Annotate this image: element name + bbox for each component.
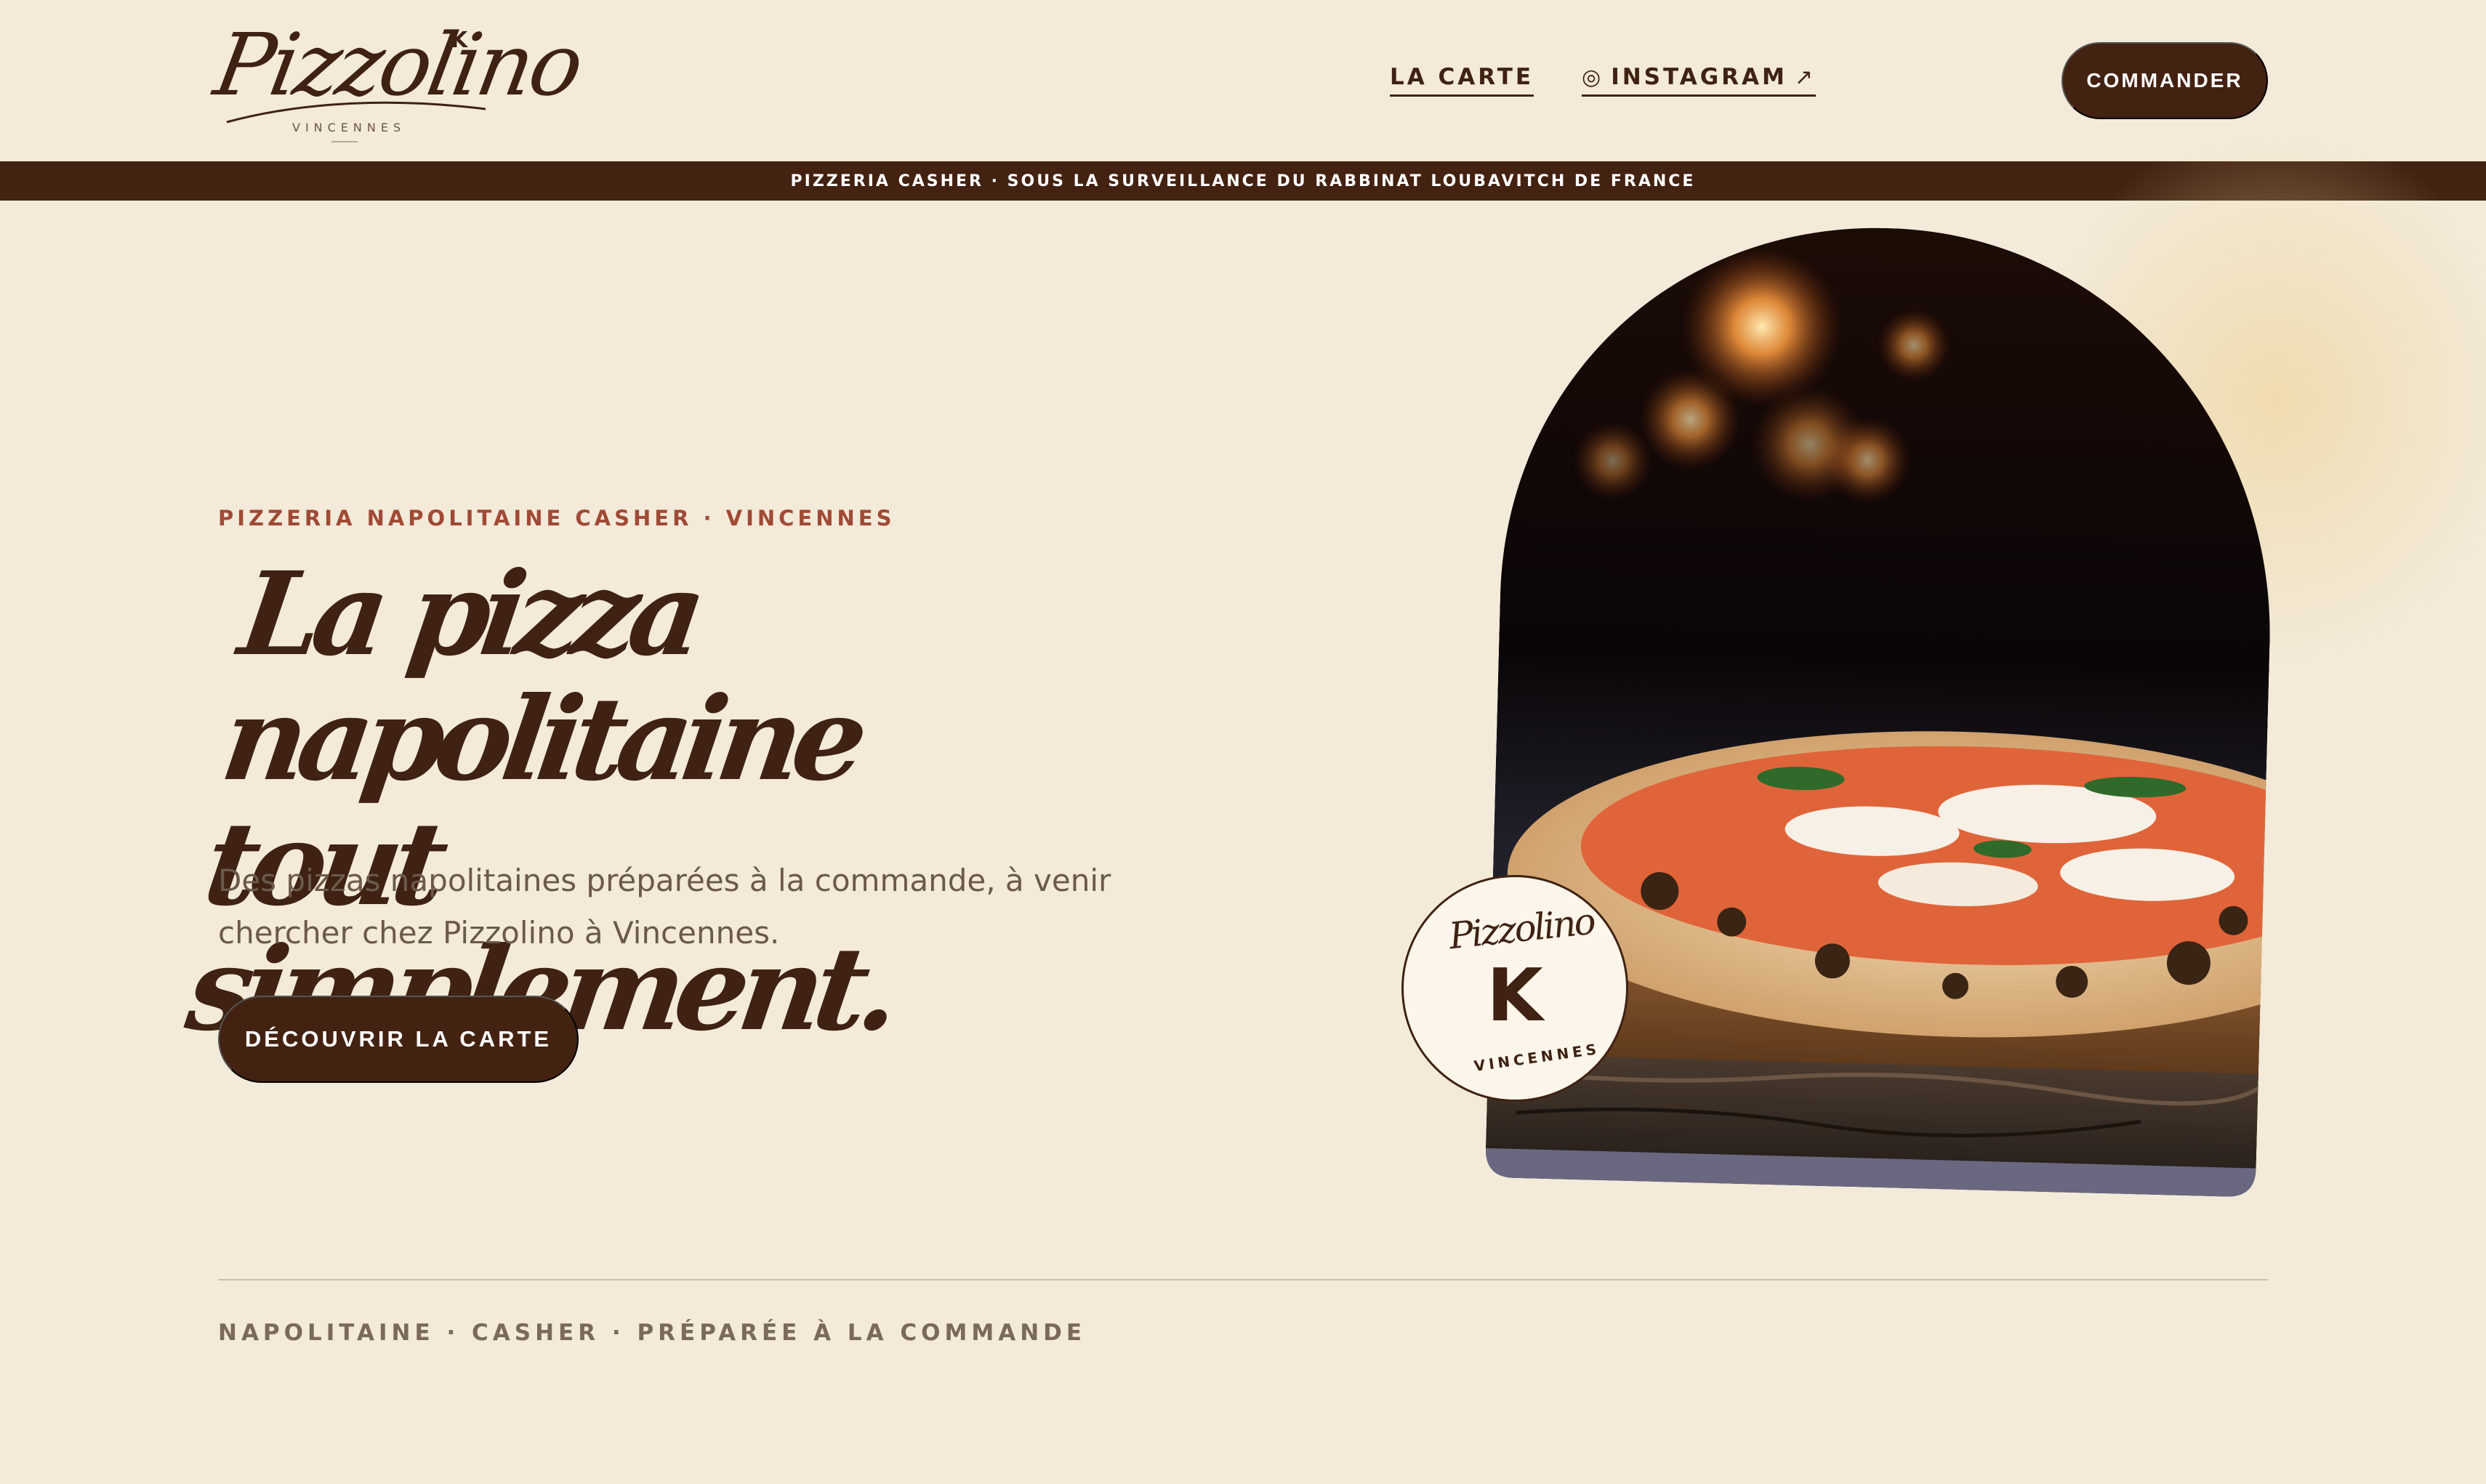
hero-eyebrow: PIZZERIA NAPOLITAINE CASHER · VINCENNES xyxy=(218,506,896,531)
kosher-badge: Pizzolino K VINCENNES xyxy=(1401,875,1628,1102)
badge-subtitle: VINCENNES xyxy=(1473,1039,1601,1076)
badge-script: Pizzolino xyxy=(1447,900,1596,958)
nav-instagram[interactable]: ◎ INSTAGRAM ↗ xyxy=(1582,64,1817,97)
section-divider xyxy=(218,1279,2268,1281)
hero-title-line-1: La pizza napolitaine xyxy=(214,547,868,807)
nav-la-carte-label: LA CARTE xyxy=(1390,64,1534,90)
kosher-announcement-text: PIZZERIA CASHER · SOUS LA SURVEILLANCE D… xyxy=(790,172,1696,190)
hero-description: Des pizzas napolitaines préparées à la c… xyxy=(218,863,1111,951)
nav-la-carte[interactable]: LA CARTE xyxy=(1390,64,1534,97)
logo-subtitle: VINCENNES xyxy=(292,121,406,134)
badge-kosher-mark: K xyxy=(1487,953,1543,1038)
external-link-icon: ↗ xyxy=(1794,64,1817,90)
logo[interactable]: Pizzolino K VINCENNES xyxy=(208,12,588,150)
kosher-mark: K xyxy=(451,28,468,53)
instagram-icon: ◎ xyxy=(1582,64,1604,90)
hero-title: La pizza napolitaine tout simplement. xyxy=(180,547,1123,1057)
commander-button[interactable]: COMMANDER xyxy=(2061,42,2268,119)
tagline: NAPOLITAINE · CASHER · PRÉPARÉE À LA COM… xyxy=(218,1320,1087,1346)
discover-menu-button[interactable]: DÉCOUVRIR LA CARTE xyxy=(218,996,579,1083)
nav-instagram-label: INSTAGRAM xyxy=(1611,64,1787,90)
logo-underline xyxy=(331,141,358,142)
